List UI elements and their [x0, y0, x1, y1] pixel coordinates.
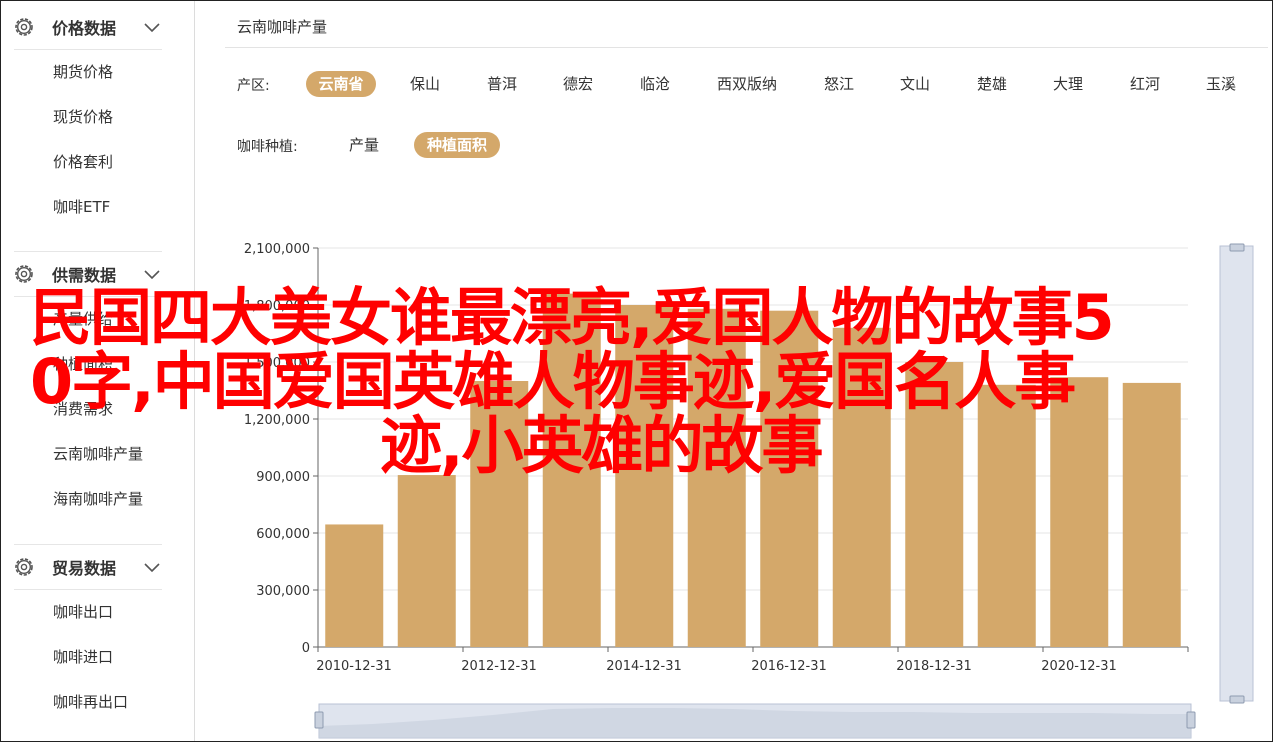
zoom-handle-bottom[interactable]: [1229, 695, 1245, 704]
overlay-headline-line2: 0字,中国爱国英雄人物事迹,爱国名人事: [30, 345, 1076, 418]
x-tick-label: 2016-12-31: [751, 659, 827, 674]
x-tick-label: 2020-12-31: [1041, 659, 1117, 674]
y-tick-label: 2,100,000: [244, 242, 310, 257]
x-tick-label: 2010-12-31: [316, 659, 392, 674]
horizontal-zoom-slider[interactable]: [313, 700, 1198, 742]
bar-2010-12-31[interactable]: [325, 524, 384, 647]
x-tick-label: 2018-12-31: [896, 659, 972, 674]
bar-2021-12-31[interactable]: [1122, 382, 1181, 647]
y-tick-label: 300,000: [256, 584, 310, 599]
overlay-headline-line3: 迹,小英雄的故事: [380, 409, 824, 482]
x-tick-label: 2012-12-31: [461, 659, 537, 674]
bar-2011-12-31[interactable]: [397, 475, 456, 647]
y-tick-label: 600,000: [256, 527, 310, 542]
x-tick-label: 2014-12-31: [606, 659, 682, 674]
y-tick-label: 0: [302, 641, 310, 656]
zoom-slider-track[interactable]: [1219, 245, 1254, 702]
y-tick-label: 900,000: [256, 470, 310, 485]
bar-2019-12-31[interactable]: [977, 384, 1036, 647]
zoom-handle-left[interactable]: [314, 711, 324, 729]
vertical-zoom-slider[interactable]: [1219, 243, 1255, 705]
overlay-headline-line1: 民国四大美女谁最漂亮,爱国人物的故事5: [30, 281, 1115, 354]
zoom-handle-top[interactable]: [1229, 243, 1245, 252]
zoom-handle-right[interactable]: [1186, 711, 1196, 729]
